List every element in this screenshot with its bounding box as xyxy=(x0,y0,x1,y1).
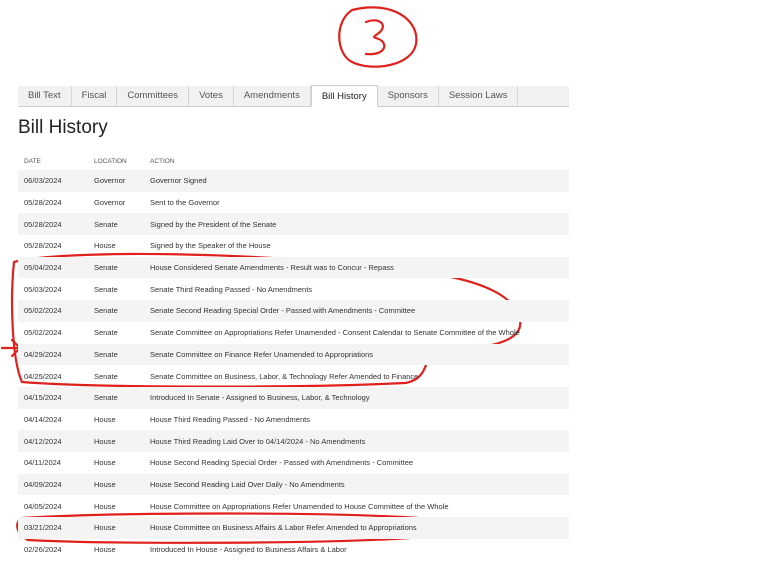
cell-location: House xyxy=(94,414,116,424)
table-body: 06/03/2024 Governor Governor Signed 05/28/2… xyxy=(18,170,569,560)
tab-bill-text[interactable]: Bill Text xyxy=(18,86,72,106)
table-row: 02/26/2024 House Introduced In House - Ass… xyxy=(18,539,569,561)
cell-location: Governor xyxy=(88,170,144,192)
cell-action: House Second Reading Special Order - Pas… xyxy=(150,458,414,468)
table-row: 05/04/2024 Senate House Considered Senate … xyxy=(18,256,569,279)
cell-action: House Committee on Business Affairs & La… xyxy=(144,517,569,539)
cell-location: Senate xyxy=(88,343,144,366)
cell-location: House xyxy=(94,501,116,511)
cell-date: 05/04/2024 xyxy=(18,256,88,279)
cell-date: 02/26/2024 xyxy=(24,545,62,555)
cell-action: Introduced In Senate - Assigned to Busin… xyxy=(144,386,569,409)
cell-location: House xyxy=(94,458,116,468)
cell-action: House Third Reading Passed - No Amendmen… xyxy=(150,414,310,424)
cell-date: 03/21/2024 xyxy=(18,517,88,539)
cell-date: 05/28/2024 xyxy=(24,241,62,251)
cell-action: Introduced In House - Assigned to Busine… xyxy=(150,545,347,555)
table-row: 06/03/2024 Governor Governor Signed xyxy=(18,170,569,192)
table-row: 03/21/2024 House House Committee on Busine… xyxy=(18,517,569,539)
table-row: 04/15/2024 Senate Introduced In Senate - A… xyxy=(18,386,569,409)
table-row: 04/11/2024 House House Second Reading Spec… xyxy=(18,452,569,474)
page-number-circle xyxy=(338,6,418,68)
table-row: 04/25/2024 Senate Senate Committee on Busi… xyxy=(18,365,569,387)
table-row: 04/09/2024 House House Second Reading Laid… xyxy=(18,473,569,496)
table-row: 05/02/2024 Senate Senate Committee on Appr… xyxy=(18,322,569,344)
page-title: Bill History xyxy=(18,117,108,138)
cell-action: House Third Reading Laid Over to 04/14/2… xyxy=(144,430,569,452)
column-header-action[interactable]: Action xyxy=(144,152,569,170)
page-number-text: 3 xyxy=(0,0,1,1)
table-row: 05/28/2024 Governor Sent to the Governor xyxy=(18,192,569,214)
column-header-location[interactable]: Location xyxy=(88,152,144,170)
cell-action: Senate Third Reading Passed - No Amendme… xyxy=(150,284,313,294)
cell-location: House xyxy=(88,517,144,539)
table-row: 04/14/2024 House House Third Reading Passe… xyxy=(18,409,569,431)
table-row: 04/05/2024 House House Committee on Approp… xyxy=(18,495,569,517)
cell-date: 05/02/2024 xyxy=(18,300,88,322)
cell-date: 05/28/2024 xyxy=(18,213,88,236)
cell-action: House Considered Senate Amendments - Res… xyxy=(144,256,569,279)
table-row: 04/29/2024 Senate Senate Committee on Fina… xyxy=(18,343,569,366)
bill-tab-bar: Bill Text Fiscal Committees Votes Amendm… xyxy=(18,85,569,107)
cell-location: Senate xyxy=(94,328,118,338)
cell-location: Senate xyxy=(88,213,144,236)
table-row: 05/03/2024 Senate Senate Third Reading Pas… xyxy=(18,278,569,300)
cell-date: 04/11/2024 xyxy=(24,458,61,468)
table-header-row: Date Location Action xyxy=(18,152,569,170)
cell-action: Senate Committee on Finance Refer Unamen… xyxy=(144,343,569,366)
cell-date: 04/12/2024 xyxy=(18,430,88,452)
table-row: 05/02/2024 Senate Senate Second Reading Sp… xyxy=(18,300,569,322)
tab-amendments[interactable]: Amendments xyxy=(234,86,311,106)
cell-location: House xyxy=(88,473,144,496)
cell-location: Governor xyxy=(94,198,126,208)
cell-action: Senate Committee on Appropriations Refer… xyxy=(150,328,520,338)
tab-sponsors[interactable]: Sponsors xyxy=(378,86,439,106)
table-row: 05/28/2024 House Signed by the Speaker of … xyxy=(18,235,569,257)
cell-location: House xyxy=(88,430,144,452)
cell-action: Senate Committee on Business, Labor, & T… xyxy=(150,371,419,381)
cell-location: Senate xyxy=(88,386,144,409)
column-header-date[interactable]: Date xyxy=(18,152,88,170)
tab-votes[interactable]: Votes xyxy=(189,86,234,106)
cell-location: Senate xyxy=(88,256,144,279)
table-row: 05/28/2024 Senate Signed by the President … xyxy=(18,213,569,236)
tab-committees[interactable]: Committees xyxy=(117,86,190,106)
cell-action: Senate Second Reading Special Order - Pa… xyxy=(144,300,569,322)
cell-date: 04/09/2024 xyxy=(18,473,88,496)
cell-date: 04/05/2024 xyxy=(24,501,62,511)
bill-history-table: Date Location Action 06/03/2024 Governor G… xyxy=(18,152,569,560)
cell-date: 05/28/2024 xyxy=(24,198,62,208)
cell-location: House xyxy=(94,241,116,251)
cell-date: 04/15/2024 xyxy=(18,386,88,409)
cell-action: House Second Reading Laid Over Daily - N… xyxy=(144,473,569,496)
cell-location: Senate xyxy=(94,371,118,381)
tab-fiscal[interactable]: Fiscal xyxy=(72,86,118,106)
cell-action: Governor Signed xyxy=(144,170,569,192)
cell-date: 04/25/2024 xyxy=(24,371,62,381)
cell-date: 06/03/2024 xyxy=(18,170,88,192)
table-row: 04/12/2024 House House Third Reading Laid … xyxy=(18,430,569,452)
cell-location: House xyxy=(94,545,116,555)
tab-session-laws[interactable]: Session Laws xyxy=(439,86,519,106)
tab-bill-history[interactable]: Bill History xyxy=(310,85,378,107)
cell-date: 05/02/2024 xyxy=(24,328,62,338)
cell-action: House Committee on Appropriations Refer … xyxy=(150,501,449,511)
cell-date: 04/29/2024 xyxy=(18,343,88,366)
cell-location: Senate xyxy=(88,300,144,322)
cell-date: 04/14/2024 xyxy=(24,414,62,424)
cell-action: Signed by the President of the Senate xyxy=(144,213,569,236)
cell-action: Signed by the Speaker of the House xyxy=(150,241,271,251)
cell-date: 05/03/2024 xyxy=(24,284,62,294)
cell-action: Sent to the Governor xyxy=(150,198,220,208)
page-number-3 xyxy=(364,19,386,56)
cell-location: Senate xyxy=(94,284,118,294)
